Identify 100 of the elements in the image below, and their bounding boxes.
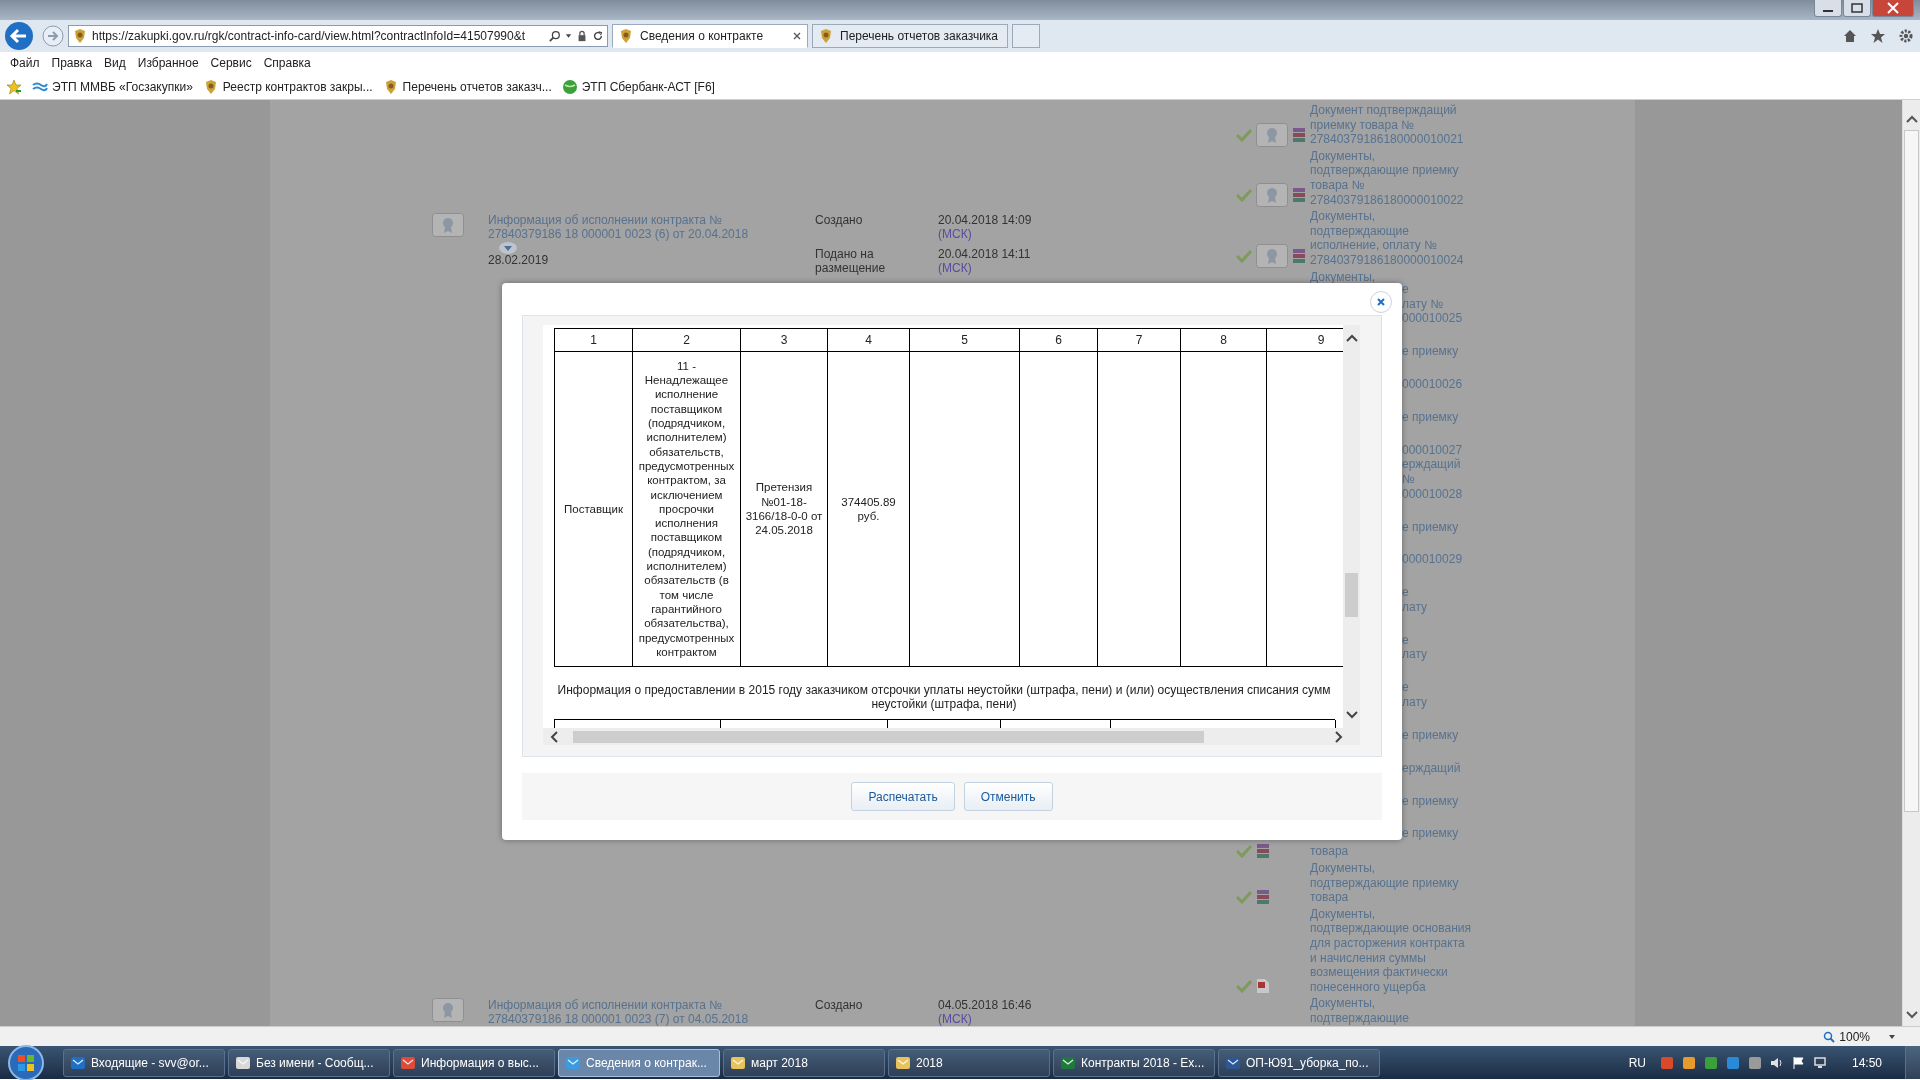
chevron-up-icon[interactable] <box>1344 333 1359 343</box>
expand-caret-icon[interactable] <box>498 241 518 255</box>
books-icon[interactable] <box>1256 888 1270 905</box>
address-bar[interactable]: https://zakupki.gov.ru/rgk/contract-info-card/view.html?contractInfoId=41507990&t <box>68 25 608 47</box>
books-icon[interactable] <box>1292 126 1306 143</box>
favorite-link[interactable]: Перечень отчетов заказч... <box>382 78 552 95</box>
search-icon[interactable] <box>549 29 561 43</box>
refresh-icon[interactable] <box>592 29 604 43</box>
tray-icon[interactable] <box>1746 1054 1763 1071</box>
document-link[interactable]: лату <box>1402 599 1428 615</box>
document-link[interactable]: е <box>1402 632 1409 648</box>
start-button[interactable] <box>6 1042 46 1080</box>
scrollbar-thumb[interactable] <box>1345 573 1358 617</box>
favorite-link[interactable]: ЭТП Сбербанк-АСТ [F6] <box>561 78 715 95</box>
document-link[interactable]: № <box>1402 472 1415 487</box>
menu-item[interactable]: Правка <box>45 54 99 72</box>
menu-item[interactable]: Файл <box>4 54 46 72</box>
home-icon[interactable] <box>1842 28 1858 44</box>
document-link[interactable]: е <box>1402 282 1409 297</box>
document-link[interactable]: лату <box>1402 694 1428 710</box>
close-button[interactable] <box>1370 291 1392 313</box>
close-icon[interactable] <box>1872 0 1914 17</box>
close-tab-icon[interactable] <box>792 31 802 41</box>
taskbar-button[interactable]: 2018 <box>888 1048 1050 1077</box>
zoom-level[interactable]: 100% <box>1839 1029 1870 1044</box>
document-link[interactable]: 000010028 <box>1402 486 1463 502</box>
document-link[interactable]: лату № <box>1402 296 1444 312</box>
favorite-link[interactable]: ЭТП ММВБ «Госзакупки» <box>32 78 193 95</box>
back-icon[interactable] <box>4 21 34 51</box>
document-link[interactable]: 000010026 <box>1402 377 1463 392</box>
page-scrollbar[interactable] <box>1902 100 1920 1026</box>
flag-icon[interactable] <box>1790 1054 1807 1071</box>
menu-item[interactable]: Справка <box>257 54 317 72</box>
menu-item[interactable]: Сервис <box>204 54 258 72</box>
chevron-down-icon[interactable] <box>1904 1010 1919 1020</box>
books-icon[interactable] <box>1292 187 1306 204</box>
contract-info-link[interactable]: Информация об исполнении контракта № 27840379186 18 000001 0023 (7) от 04.05.2018 <box>488 998 815 1026</box>
chevron-down-icon[interactable] <box>1344 710 1359 720</box>
taskbar-button[interactable]: Без имени - Сообщ... <box>228 1048 390 1077</box>
document-link[interactable]: 000010027 <box>1402 442 1463 458</box>
document-link[interactable]: Документы, подтверждающие приемку товара <box>1310 861 1459 905</box>
chevron-up-icon[interactable] <box>1904 114 1919 124</box>
minimize-icon[interactable] <box>1814 0 1842 17</box>
document-link[interactable]: е <box>1402 585 1409 600</box>
horizontal-scrollbar[interactable] <box>543 728 1360 745</box>
clock[interactable]: 14:50 <box>1851 1055 1882 1070</box>
taskbar-button[interactable]: март 2018 <box>723 1048 885 1077</box>
language-indicator[interactable]: RU <box>1628 1055 1646 1070</box>
document-link[interactable]: е <box>1402 680 1409 695</box>
tray-icon[interactable] <box>1724 1054 1741 1071</box>
document-link[interactable]: Документы, подтверждающие приемку товара № 27840379186180000010022 <box>1310 148 1464 208</box>
document-link[interactable]: 000010025 <box>1402 311 1463 326</box>
document-link[interactable]: ерждащий <box>1402 457 1461 473</box>
document-link[interactable]: лату <box>1402 647 1428 662</box>
document-link[interactable]: Документ подтверждащий приемку товара № 27840379186180000010021 <box>1310 103 1464 147</box>
browser-tab[interactable]: Сведения о контракте <box>612 24 808 48</box>
contract-info-link[interactable]: Информация об исполнении контракта № 27840379186 18 000001 0023 (6) от 20.04.2018 <box>488 213 815 241</box>
zoom-icon[interactable] <box>1823 1030 1836 1043</box>
taskbar-button[interactable]: Информация о выс... <box>393 1048 555 1077</box>
document-link[interactable]: е приемку <box>1402 410 1459 425</box>
dropdown-icon[interactable] <box>1888 1032 1896 1041</box>
star-icon[interactable] <box>1870 28 1886 44</box>
vertical-scrollbar[interactable] <box>1343 325 1360 728</box>
maximize-icon[interactable] <box>1843 0 1871 17</box>
chevron-right-icon[interactable] <box>1334 729 1344 744</box>
tray-icon[interactable] <box>1680 1054 1697 1071</box>
menu-item[interactable]: Избранное <box>131 54 205 72</box>
tray-icon[interactable] <box>1702 1054 1719 1071</box>
taskbar-button[interactable]: ОП-Ю91_уборка_по... <box>1218 1048 1380 1077</box>
settings-icon[interactable] <box>1898 28 1914 44</box>
scrollbar-thumb[interactable] <box>1904 130 1919 812</box>
document-link[interactable]: е приемку <box>1402 826 1459 842</box>
taskbar-button[interactable]: Входящие - svv@or... <box>63 1048 225 1077</box>
browser-tab[interactable]: Перечень отчетов заказчика <box>812 24 1008 48</box>
dialog-button[interactable]: Отменить <box>963 782 1053 811</box>
document-link[interactable]: е приемку <box>1402 793 1459 809</box>
document-link[interactable]: Документы, подтверждающие исполнение, оплату № 27840379186180000010024 <box>1310 209 1464 268</box>
taskbar-button[interactable]: Сведения о контрак... <box>558 1048 720 1077</box>
books-icon[interactable] <box>1256 843 1270 860</box>
document-link[interactable]: Документы, <box>1310 269 1376 285</box>
document-link[interactable]: ерждащий <box>1402 760 1461 776</box>
document-link[interactable]: Документы, подтверждающие основания для расторжения контракта и начисления суммы возмещения фактически понесенного ущерба <box>1310 906 1471 995</box>
menu-item[interactable]: Вид <box>98 54 132 72</box>
pdf-file-icon[interactable] <box>1256 978 1270 995</box>
books-icon[interactable] <box>1292 247 1306 264</box>
document-link[interactable]: е приемку <box>1402 344 1459 359</box>
favorites-star-icon[interactable] <box>6 78 22 95</box>
chevron-left-icon[interactable] <box>549 729 559 744</box>
forward-icon[interactable] <box>42 25 64 47</box>
lock-icon[interactable] <box>576 29 588 43</box>
document-link[interactable]: товара <box>1310 844 1349 860</box>
document-link[interactable]: 000010029 <box>1402 552 1463 568</box>
taskbar-button[interactable]: Контракты 2018 - Ex... <box>1053 1048 1215 1077</box>
network-icon[interactable] <box>1812 1054 1829 1071</box>
document-link[interactable]: е приемку <box>1402 727 1459 743</box>
favorite-link[interactable]: Реестр контрактов закры... <box>202 78 373 95</box>
document-link[interactable]: Документы, подтверждающие <box>1310 996 1409 1026</box>
document-link[interactable]: е приемку <box>1402 519 1459 535</box>
tray-icon[interactable] <box>1658 1054 1675 1071</box>
scrollbar-thumb[interactable] <box>573 730 1204 743</box>
